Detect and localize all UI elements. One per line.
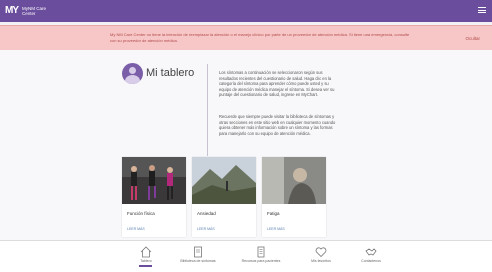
- card-read-more-link[interactable]: LEER MÁS: [197, 227, 215, 231]
- nav-item-favorites[interactable]: Mis favoritos: [296, 241, 346, 272]
- intro-text: Los síntomas a continuación se seleccion…: [219, 70, 335, 98]
- nav-item-contact[interactable]: Contáctenos: [346, 241, 396, 272]
- symptom-card-anxiety[interactable]: Ansiedad LEER MÁS: [192, 157, 256, 237]
- nav-item-patient-resources[interactable]: Recursos para pacientes: [236, 241, 286, 272]
- alert-text: My NM Care Center no tiene la intención …: [110, 32, 410, 43]
- divider: [207, 64, 208, 156]
- nav-label: Recursos para pacientes: [241, 259, 281, 263]
- book-icon: [194, 246, 202, 258]
- hamburger-menu-icon[interactable]: [478, 7, 486, 13]
- heart-icon: [315, 247, 327, 258]
- page-title: Mi tablero: [146, 67, 195, 79]
- reminder-text: Recuerde que siempre puede visitar la bi…: [219, 114, 336, 136]
- card-read-more-link[interactable]: LEER MÁS: [267, 227, 285, 231]
- nav-label: Biblioteca de síntomas: [180, 259, 216, 263]
- nav-label: Contáctenos: [361, 259, 381, 263]
- logo-text: MyNM Care Center: [22, 6, 46, 16]
- active-nav-indicator: [139, 265, 152, 267]
- user-avatar-icon: [122, 63, 143, 84]
- card-title: Función física: [127, 211, 155, 216]
- nav-item-dashboard[interactable]: Tablero: [121, 241, 171, 272]
- card-read-more-link[interactable]: LEER MÁS: [127, 227, 145, 231]
- nav-label: Mis favoritos: [311, 259, 331, 263]
- bottom-navigation: Tablero Biblioteca de síntomas Recursos …: [0, 240, 492, 272]
- symptom-card-fatigue[interactable]: Fatiga LEER MÁS: [262, 157, 326, 237]
- card-title: Fatiga: [267, 211, 280, 216]
- card-title: Ansiedad: [197, 211, 216, 216]
- handshake-icon: [365, 248, 377, 256]
- document-icon: [257, 246, 265, 258]
- logo-text-line1: MyNM Care: [22, 5, 47, 11]
- nav-item-symptom-library[interactable]: Biblioteca de síntomas: [173, 241, 223, 272]
- nav-label: Tablero: [140, 259, 152, 263]
- top-bar: MY MyNM Care Center: [0, 0, 492, 22]
- disclaimer-alert: My NM Care Center no tiene la intención …: [0, 25, 492, 51]
- card-image: [262, 157, 326, 204]
- home-icon: [140, 246, 152, 258]
- logo-text-line2: Center: [22, 10, 36, 16]
- symptom-card-physical-function[interactable]: Función física LEER MÁS: [122, 157, 186, 237]
- alert-close-link[interactable]: Ocultar: [465, 36, 480, 41]
- app-logo[interactable]: MY MyNM Care Center: [5, 5, 46, 16]
- card-image: [122, 157, 186, 204]
- card-image: [192, 157, 256, 204]
- logo-mark: MY: [5, 5, 19, 16]
